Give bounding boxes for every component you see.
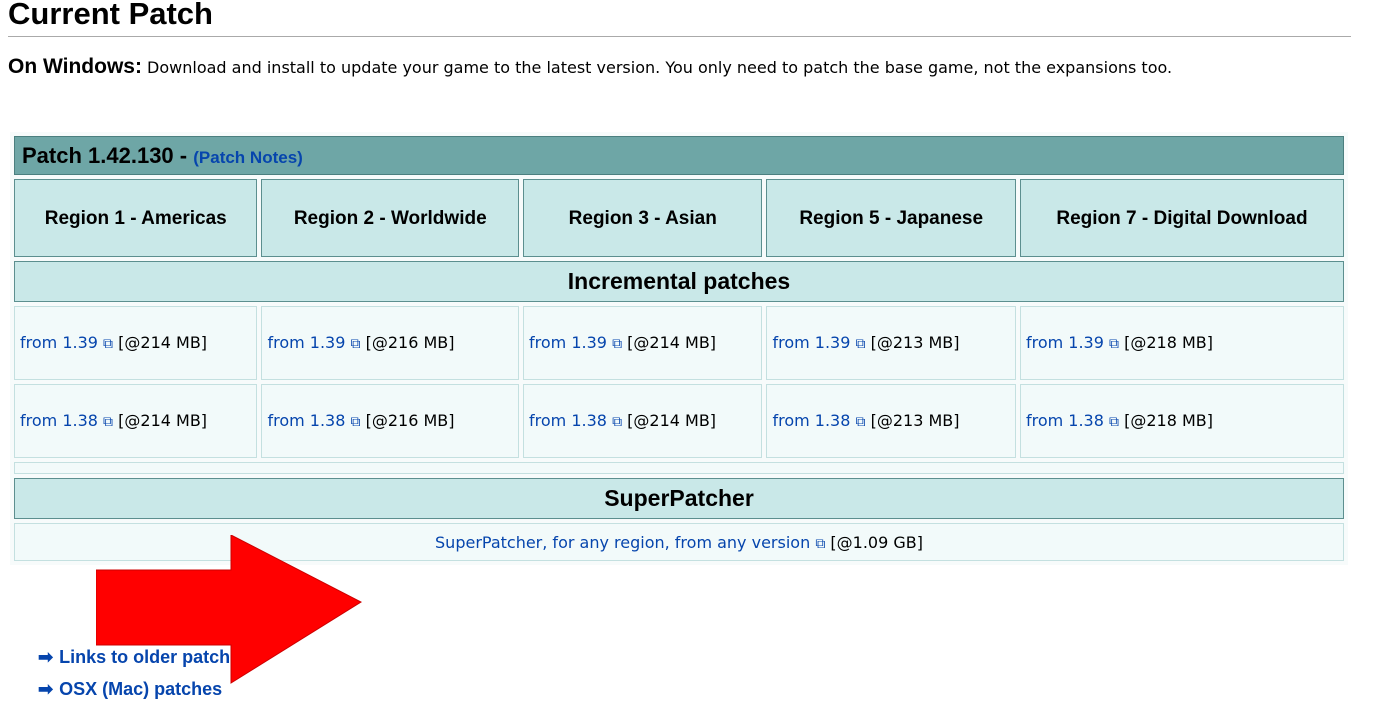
file-size: [@213 MB] <box>870 332 960 352</box>
external-link-icon: ⧉ <box>855 413 866 430</box>
download-link[interactable]: from 1.39 ⧉ <box>267 333 360 352</box>
external-link-icon: ⧉ <box>612 413 623 430</box>
external-link-icon: ⧉ <box>103 413 114 430</box>
download-link[interactable]: from 1.39 ⧉ <box>1026 333 1119 352</box>
patch-notes-link[interactable]: (Patch Notes) <box>193 148 303 167</box>
download-cell: from 1.38 ⧉ [@218 MB] <box>1019 384 1344 458</box>
download-cell: from 1.38 ⧉ [@214 MB] <box>523 384 763 458</box>
file-size: [@218 MB] <box>1124 332 1213 352</box>
file-size: [@216 MB] <box>365 410 455 430</box>
download-cell: from 1.39 ⧉ [@216 MB] <box>261 306 520 380</box>
region-header: Region 5 - Japanese <box>766 179 1016 257</box>
region-header: Region 7 - Digital Download <box>1019 179 1344 257</box>
external-link-icon: ⧉ <box>612 335 623 352</box>
external-link-icon: ⧉ <box>1109 413 1119 430</box>
download-cell: from 1.38 ⧉ [@216 MB] <box>261 384 520 458</box>
empty-row <box>14 462 1344 474</box>
download-cell: from 1.38 ⧉ [@213 MB] <box>766 384 1016 458</box>
file-size: [@214 MB] <box>118 332 208 352</box>
file-size: [@216 MB] <box>365 332 455 352</box>
superpatcher-link[interactable]: SuperPatcher, for any region, from any v… <box>435 533 825 552</box>
patch-title: Patch 1.42.130 <box>22 142 174 168</box>
file-size: [@1.09 GB] <box>830 532 923 552</box>
external-link-icon: ⧉ <box>350 335 361 352</box>
external-link-icon: ⧉ <box>1109 335 1119 352</box>
right-arrow-icon: ➡ <box>38 647 54 667</box>
intro-paragraph: On Windows: Download and install to upda… <box>8 50 1328 85</box>
incremental-patches-header: Incremental patches <box>14 261 1344 302</box>
download-link[interactable]: from 1.38 ⧉ <box>267 411 360 430</box>
superpatcher-header: SuperPatcher <box>14 478 1344 519</box>
download-cell: from 1.38 ⧉ [@214 MB] <box>14 384 258 458</box>
patch-box: Patch 1.42.130 - (Patch Notes) Region 1 … <box>10 132 1348 565</box>
page-heading: Current Patch <box>8 0 1351 37</box>
download-link[interactable]: from 1.38 ⧉ <box>529 411 622 430</box>
download-link[interactable]: from 1.38 ⧉ <box>772 411 865 430</box>
external-link-icon: ⧉ <box>815 535 826 552</box>
table-row: from 1.39 ⧉ [@214 MB] from 1.39 ⧉ [@216 … <box>14 306 1344 380</box>
download-cell: from 1.39 ⧉ [@214 MB] <box>523 306 763 380</box>
download-cell: from 1.39 ⧉ [@213 MB] <box>766 306 1016 380</box>
file-size: [@214 MB] <box>627 410 717 430</box>
download-link[interactable]: from 1.38 ⧉ <box>1026 411 1119 430</box>
download-link[interactable]: from 1.39 ⧉ <box>772 333 865 352</box>
file-size: [@213 MB] <box>870 410 960 430</box>
external-link-icon: ⧉ <box>103 335 114 352</box>
title-separator: - <box>173 142 194 168</box>
region-header: Region 1 - Americas <box>14 179 258 257</box>
file-size: [@218 MB] <box>1124 410 1213 430</box>
platform-label: On Windows: <box>8 55 142 78</box>
region-header: Region 2 - Worldwide <box>261 179 520 257</box>
arrow-shape <box>96 535 363 684</box>
right-arrow-icon: ➡ <box>38 679 54 699</box>
region-header: Region 3 - Asian <box>523 179 763 257</box>
table-row: from 1.38 ⧉ [@214 MB] from 1.38 ⧉ [@216 … <box>14 384 1344 458</box>
file-size: [@214 MB] <box>627 332 717 352</box>
red-arrow-annotation <box>96 535 363 684</box>
download-cell: from 1.39 ⧉ [@218 MB] <box>1019 306 1344 380</box>
download-link[interactable]: from 1.38 ⧉ <box>20 411 113 430</box>
download-cell: from 1.39 ⧉ [@214 MB] <box>14 306 258 380</box>
intro-text: Download and install to update your game… <box>141 58 1173 77</box>
download-link[interactable]: from 1.39 ⧉ <box>20 333 113 352</box>
external-link-icon: ⧉ <box>855 335 866 352</box>
external-link-icon: ⧉ <box>350 413 361 430</box>
patch-title-bar: Patch 1.42.130 - (Patch Notes) <box>14 136 1344 175</box>
download-link[interactable]: from 1.39 ⧉ <box>529 333 622 352</box>
patch-table: Patch 1.42.130 - (Patch Notes) Region 1 … <box>10 132 1348 565</box>
file-size: [@214 MB] <box>118 410 208 430</box>
